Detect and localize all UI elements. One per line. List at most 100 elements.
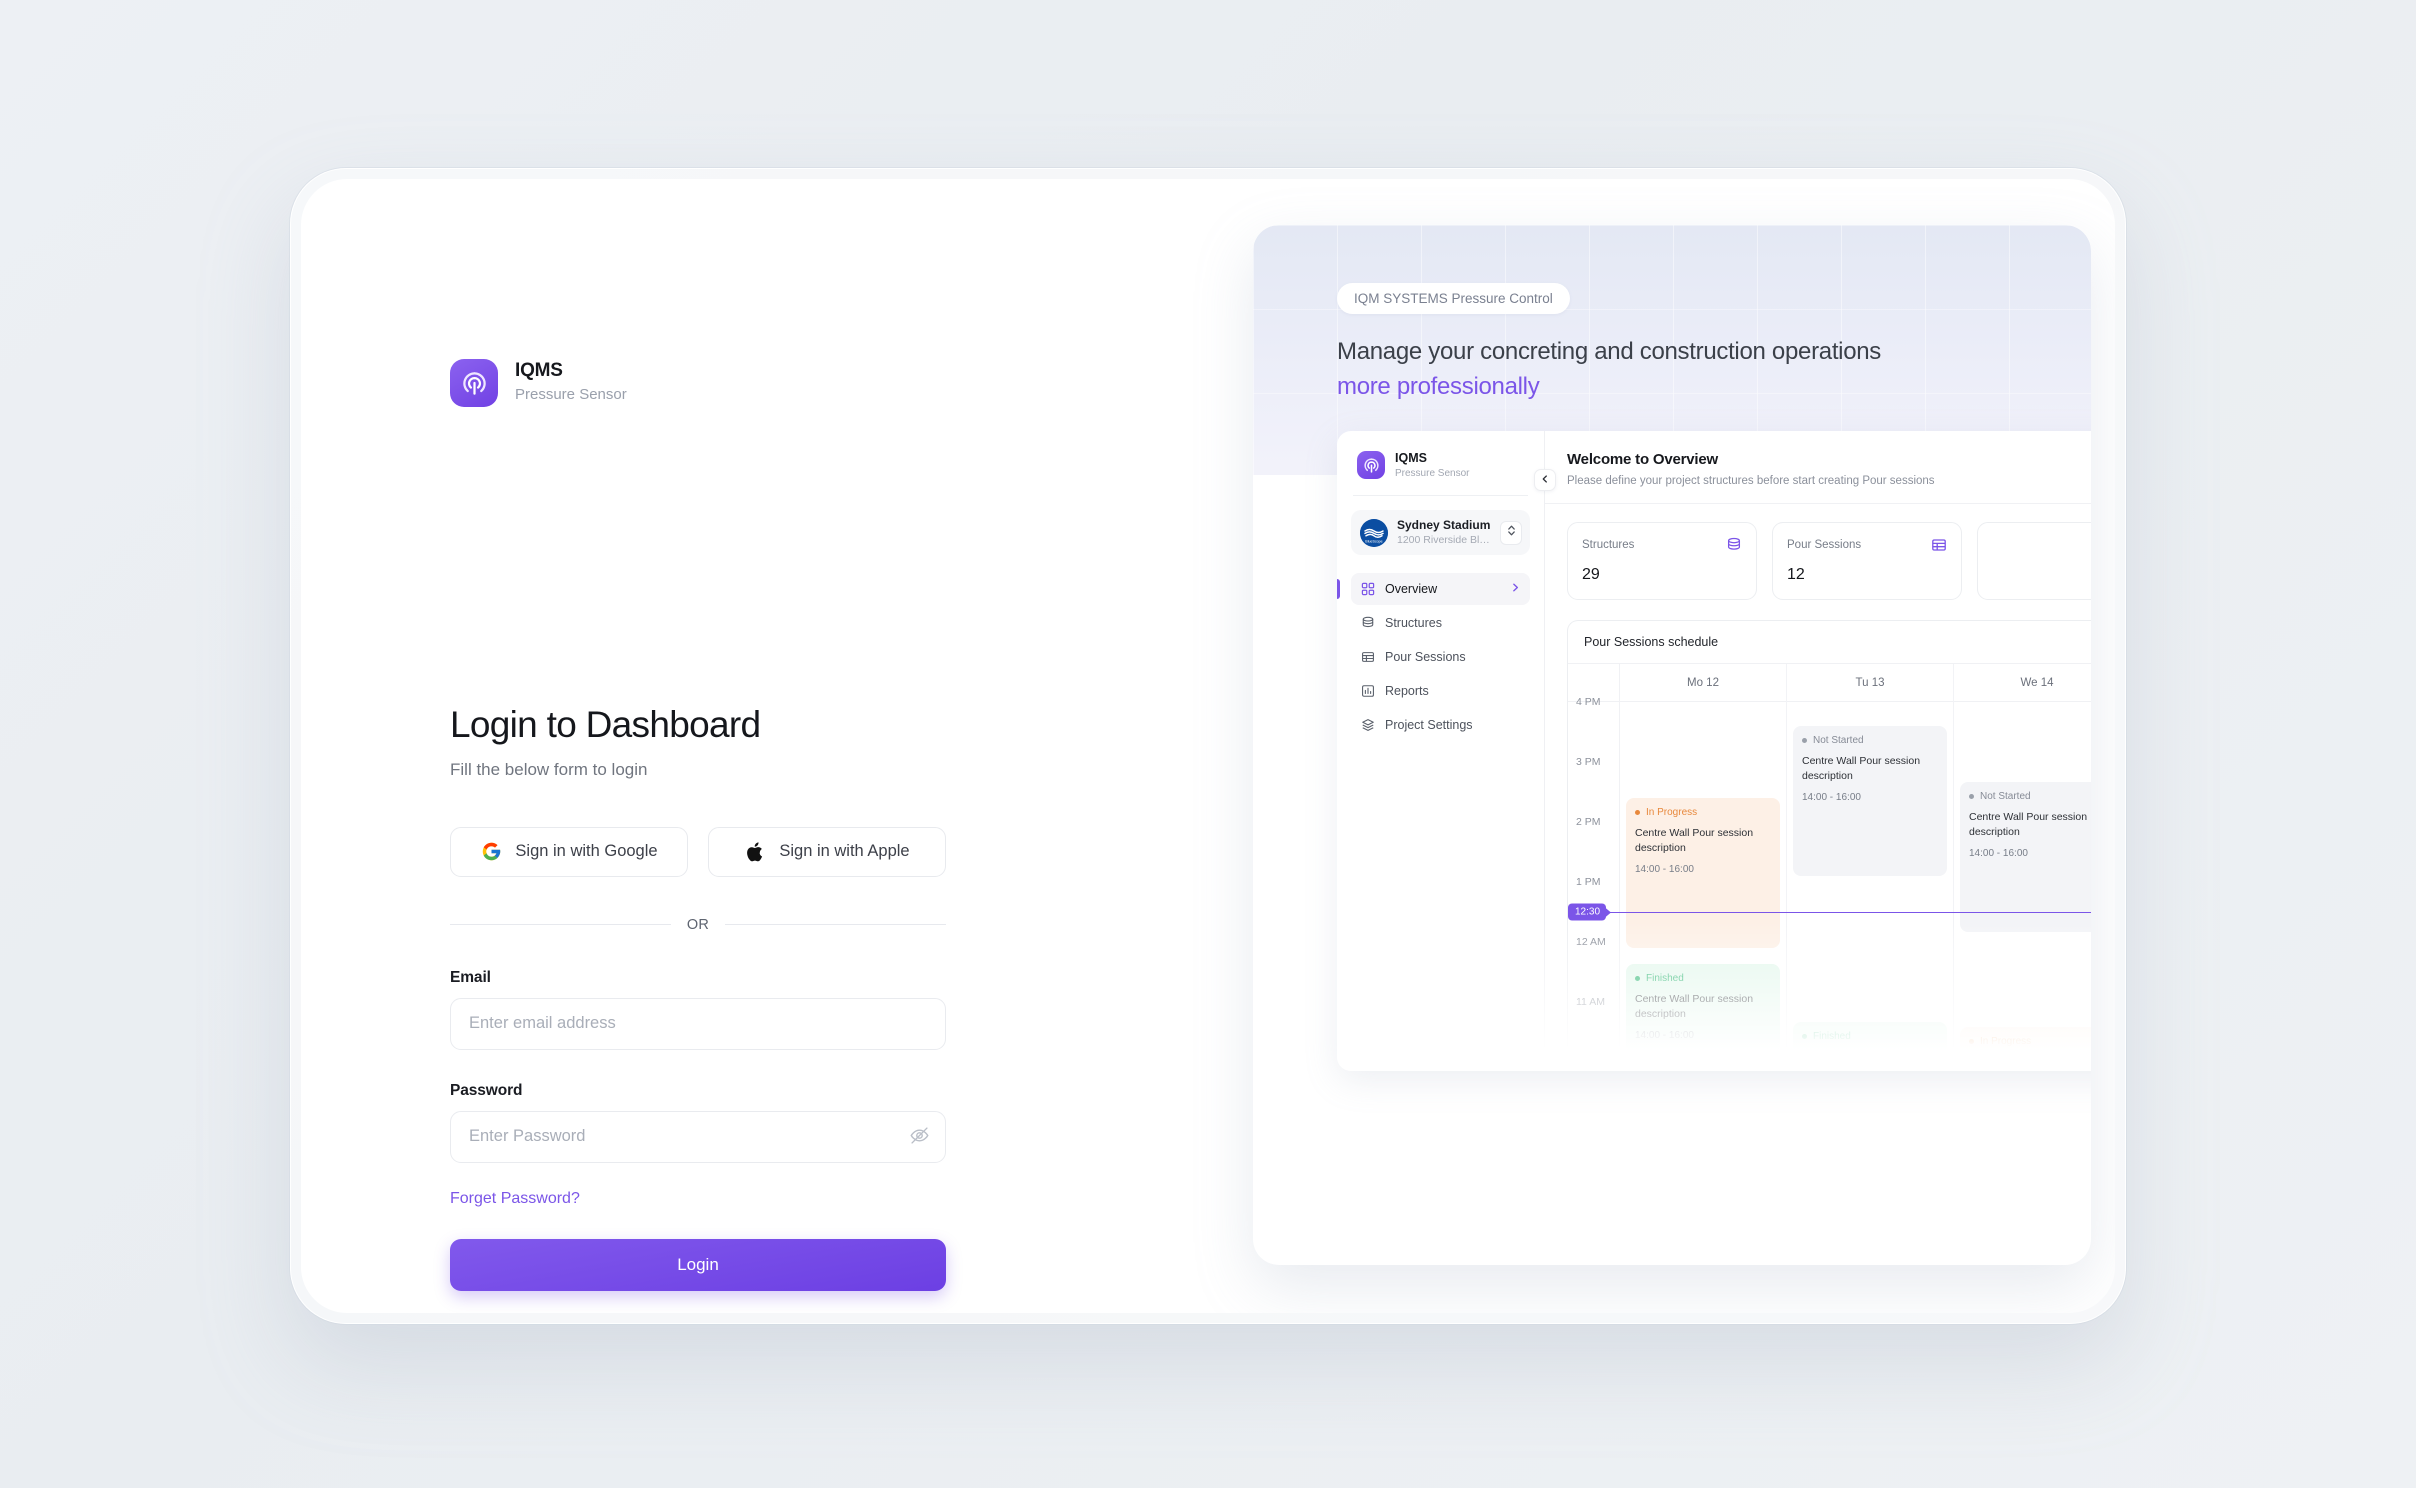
schedule-event[interactable]: In Progress Centre Wall Pour session des…	[1626, 798, 1780, 948]
password-input[interactable]	[450, 1110, 946, 1163]
login-column: IQMS Pressure Sensor Login to Dashboard …	[301, 179, 1241, 1313]
sidebar-item-label: Overview	[1385, 582, 1438, 597]
sidebar-divider	[1353, 494, 1528, 496]
chevron-up-down-icon	[1507, 524, 1516, 542]
schedule-event[interactable]: Finished Centre Wall Pour session descri…	[1626, 964, 1780, 1050]
status-dot-icon	[1969, 1039, 1974, 1044]
schedule-event[interactable]: Not Started Centre Wall Pour session des…	[1960, 782, 2091, 932]
divider-label: OR	[686, 916, 710, 933]
grid-icon	[1360, 582, 1375, 597]
current-time-line	[1568, 912, 2091, 913]
brand-tagline: Pressure Sensor	[515, 386, 627, 404]
event-status-label: Not Started	[1980, 791, 2031, 802]
sidebar-brand-tagline: Pressure Sensor	[1395, 467, 1470, 479]
day-header: Mo 12	[1620, 664, 1786, 702]
sidebar-item-overview[interactable]: Overview	[1337, 573, 1530, 606]
event-status-label: In Progress	[1646, 807, 1698, 818]
current-time-badge: 12:30	[1568, 903, 1607, 921]
event-status: Not Started	[1969, 791, 2091, 802]
status-dot-icon	[1635, 976, 1640, 981]
project-switch-button[interactable]	[1500, 520, 1522, 545]
schedule-event[interactable]: Finished Centre Wall Pour session descri…	[1793, 1022, 1947, 1050]
status-dot-icon	[1969, 794, 1974, 799]
stat-card-pour-sessions[interactable]: Pour Sessions 12	[1772, 522, 1962, 600]
event-status-label: Finished	[1646, 973, 1684, 984]
app-sidebar: IQMS Pressure Sensor BlueScope Sydney St…	[1337, 431, 1545, 1071]
preview-panel: IQM SYSTEMS Pressure Control Manage your…	[1253, 225, 2091, 1265]
brand-text: IQMS Pressure Sensor	[515, 360, 627, 406]
time-slot: 4 PM	[1568, 696, 1619, 762]
toggle-password-visibility-button[interactable]	[906, 1124, 932, 1150]
apple-icon	[744, 841, 766, 863]
email-input-wrap	[450, 997, 946, 1050]
stat-card-label: Pour Sessions	[1787, 538, 1862, 551]
device-frame: IQMS Pressure Sensor Login to Dashboard …	[290, 168, 2126, 1324]
sign-in-google-button[interactable]: Sign in with Google	[450, 826, 688, 877]
sign-in-apple-button[interactable]: Sign in with Apple	[708, 826, 946, 877]
forgot-password-link[interactable]: Forget Password?	[450, 1190, 580, 1208]
schedule-time-column: 4 PM 3 PM 2 PM 1 PM 12 AM 11 AM 10 AM 9 …	[1568, 664, 1620, 1050]
project-meta: Sydney Stadium 1200 Riverside Blvd,...	[1397, 518, 1491, 548]
divider-line-left	[450, 924, 671, 926]
project-selector[interactable]: BlueScope Sydney Stadium 1200 Riverside …	[1351, 509, 1530, 556]
divider-line-right	[725, 924, 947, 926]
time-slot: 2 PM	[1568, 816, 1619, 882]
day-body: In Progress Centre Wall Pour session des…	[1620, 702, 1786, 1050]
hero-heading-accent: more professionally	[1337, 372, 1540, 400]
stat-card-value: 29	[1582, 566, 1600, 583]
sidebar-nav: Overview Structures Pour Sessions Report…	[1337, 573, 1530, 741]
page-title: Login to Dashboard	[450, 704, 761, 745]
schedule-event[interactable]: Not Started Centre Wall Pour session des…	[1793, 726, 1947, 876]
day-body: Not Started Centre Wall Pour session des…	[1954, 702, 2091, 1050]
brand-name: IQMS	[515, 360, 563, 382]
schedule-day-column: Tu 13 Not Started Centre Wall Pour sessi…	[1787, 664, 1954, 1050]
status-dot-icon	[1802, 1034, 1807, 1039]
password-field-group: Password	[450, 1082, 946, 1163]
layers-icon	[1360, 718, 1375, 733]
sidebar-item-structures[interactable]: Structures	[1351, 607, 1530, 639]
database-icon	[1725, 536, 1742, 553]
main-subtitle: Please define your project structures be…	[1567, 475, 1935, 487]
event-time: 14:00 - 16:00	[1802, 791, 1861, 803]
table-icon	[1930, 536, 1947, 553]
stat-card-structures[interactable]: Structures 29	[1567, 522, 1757, 600]
stat-card-third-clipped[interactable]	[1977, 522, 2091, 600]
social-login-row: Sign in with Google Sign in with Apple	[450, 826, 946, 877]
email-input[interactable]	[450, 997, 946, 1050]
event-status: In Progress	[1969, 1036, 2091, 1047]
sidebar-item-label: Pour Sessions	[1385, 650, 1466, 665]
password-label: Password	[450, 1081, 523, 1099]
time-slot-label: 12 AM	[1576, 936, 1606, 948]
stat-card-top: Pour Sessions	[1787, 536, 1947, 553]
sidebar-item-reports[interactable]: Reports	[1351, 675, 1530, 707]
page-subtitle: Fill the below form to login	[450, 759, 648, 779]
event-time: 14:00 - 16:00	[1635, 863, 1694, 875]
event-title: Centre Wall Pour session description	[1969, 811, 2088, 838]
event-status-label: Not Started	[1813, 735, 1864, 746]
login-button[interactable]: Login	[450, 1238, 946, 1291]
database-icon	[1360, 616, 1375, 631]
svg-text:BlueScope: BlueScope	[1365, 539, 1382, 543]
status-dot-icon	[1802, 738, 1807, 743]
bar-chart-icon	[1360, 684, 1375, 699]
main-header: Welcome to Overview Please define your p…	[1545, 431, 2091, 504]
event-title: Centre Wall Pour session description	[1635, 827, 1754, 854]
email-field-group: Email	[450, 969, 946, 1050]
sidebar-item-pour-sessions[interactable]: Pour Sessions	[1351, 641, 1530, 673]
sidebar-item-label: Project Settings	[1385, 718, 1473, 733]
or-divider: OR	[450, 916, 947, 933]
sensor-logo-icon	[450, 359, 498, 407]
project-address: 1200 Riverside Blvd,...	[1397, 534, 1491, 547]
event-status: In Progress	[1635, 807, 1771, 818]
status-dot-icon	[1635, 810, 1640, 815]
day-body: Not Started Centre Wall Pour session des…	[1787, 702, 1953, 1050]
collapse-sidebar-button[interactable]	[1534, 469, 1556, 491]
schedule-event[interactable]: In Progress Centre Wall Pour session des…	[1960, 1027, 2091, 1050]
event-status: Finished	[1802, 1031, 1938, 1042]
sidebar-item-project-settings[interactable]: Project Settings	[1351, 709, 1530, 741]
time-slot: 12 AM	[1568, 936, 1619, 1002]
sidebar-brand-name: IQMS	[1395, 451, 1427, 465]
schedule-grid: 4 PM 3 PM 2 PM 1 PM 12 AM 11 AM 10 AM 9 …	[1568, 664, 2091, 1050]
event-title: Centre Wall Pour session description	[1635, 993, 1754, 1020]
email-label: Email	[450, 968, 491, 986]
